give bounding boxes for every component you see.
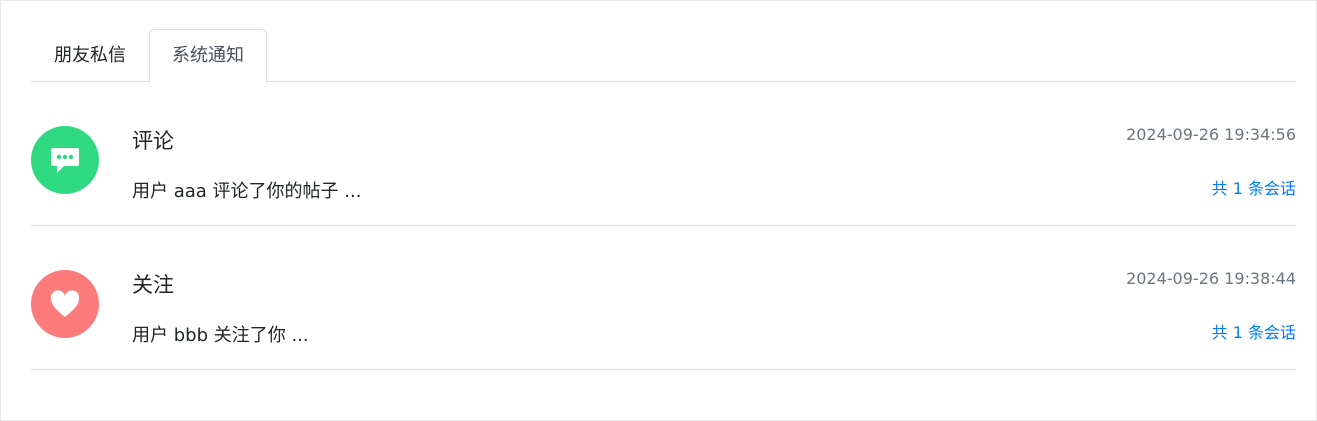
comment-avatar bbox=[31, 126, 99, 194]
notice-time: 2024-09-26 19:38:44 bbox=[1126, 269, 1296, 288]
message-tabs: 朋友私信 系统通知 bbox=[31, 29, 1296, 83]
follow-avatar bbox=[31, 270, 99, 338]
notice-time: 2024-09-26 19:34:56 bbox=[1126, 125, 1296, 144]
conversation-count-link[interactable]: 共 1 条会话 bbox=[1212, 319, 1296, 343]
notice-title: 关注 bbox=[132, 273, 174, 297]
chat-bubble-icon bbox=[51, 148, 79, 173]
notice-title: 评论 bbox=[132, 129, 174, 153]
tab-friend-messages[interactable]: 朋友私信 bbox=[31, 29, 149, 82]
notice-list: 评论 用户 aaa 评论了你的帖子 ... 2024-09-26 19:34:5… bbox=[31, 82, 1296, 370]
notice-item-follow[interactable]: 关注 用户 bbb 关注了你 ... 2024-09-26 19:38:44 共… bbox=[31, 226, 1296, 370]
notice-summary: 用户 aaa 评论了你的帖子 ... bbox=[132, 181, 362, 202]
heart-icon bbox=[50, 290, 80, 317]
notice-item-comment[interactable]: 评论 用户 aaa 评论了你的帖子 ... 2024-09-26 19:34:5… bbox=[31, 82, 1296, 226]
notice-summary: 用户 bbb 关注了你 ... bbox=[132, 325, 309, 346]
notice-panel: 朋友私信 系统通知 评论 用户 aaa 评论了你的帖子 ... 2024-09-… bbox=[0, 0, 1317, 421]
tab-system-notices[interactable]: 系统通知 bbox=[149, 29, 267, 83]
conversation-count-link[interactable]: 共 1 条会话 bbox=[1212, 175, 1296, 199]
